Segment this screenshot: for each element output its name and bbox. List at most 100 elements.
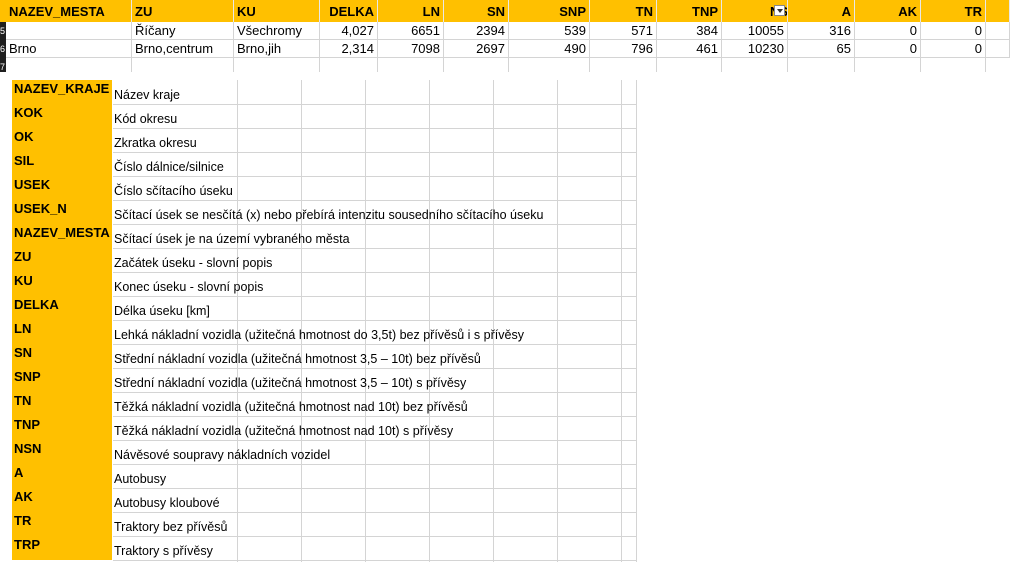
legend-code[interactable]: OK: [12, 128, 112, 152]
table-cell[interactable]: [986, 22, 1010, 40]
table-cell[interactable]: 2,314: [320, 40, 378, 58]
table-cell[interactable]: [855, 58, 921, 72]
column-header-zu[interactable]: ZU: [132, 0, 234, 22]
table-cell[interactable]: Brno,centrum: [132, 40, 234, 58]
column-header-tnp[interactable]: TNP: [657, 0, 722, 22]
legend-code[interactable]: USEK_N: [12, 200, 112, 224]
table-cell[interactable]: [657, 58, 722, 72]
table-cell[interactable]: 7098: [378, 40, 444, 58]
table-cell[interactable]: 10055: [722, 22, 788, 40]
legend-description[interactable]: Těžká nákladní vozidla (užitečná hmotnos…: [113, 392, 468, 416]
legend-code[interactable]: NAZEV_MESTA: [12, 224, 112, 248]
column-header-delka[interactable]: DELKA: [320, 0, 378, 22]
legend-code[interactable]: SN: [12, 344, 112, 368]
table-cell[interactable]: 490: [509, 40, 590, 58]
column-header-nazev-mesta[interactable]: NAZEV_MESTA: [6, 0, 132, 22]
legend-code[interactable]: TNP: [12, 416, 112, 440]
table-cell[interactable]: [509, 58, 590, 72]
legend-description[interactable]: Číslo sčítacího úseku: [113, 176, 233, 200]
row-number[interactable]: 6: [0, 40, 6, 58]
legend-code[interactable]: TN: [12, 392, 112, 416]
table-cell[interactable]: 0: [921, 40, 986, 58]
legend-description[interactable]: Traktory bez přívěsů: [113, 512, 227, 536]
table-cell[interactable]: 65: [788, 40, 855, 58]
table-cell[interactable]: 0: [855, 40, 921, 58]
legend-description[interactable]: Těžká nákladní vozidla (užitečná hmotnos…: [113, 416, 453, 440]
table-cell[interactable]: [590, 58, 657, 72]
legend-code[interactable]: SIL: [12, 152, 112, 176]
column-header-a[interactable]: A: [788, 0, 855, 22]
data-row: Brno Brno,centrum Brno,jih 2,314 7098 2697 490…: [0, 40, 1010, 58]
legend-description[interactable]: Sčítací úsek je na území vybraného města: [113, 224, 350, 248]
table-cell[interactable]: [788, 58, 855, 72]
legend-description[interactable]: Konec úseku - slovní popis: [113, 272, 263, 296]
legend-code[interactable]: NSN: [12, 440, 112, 464]
row-number[interactable]: 7: [0, 58, 6, 72]
table-cell[interactable]: 796: [590, 40, 657, 58]
table-cell[interactable]: [234, 58, 320, 72]
table-cell[interactable]: 539: [509, 22, 590, 40]
legend-code[interactable]: AK: [12, 488, 112, 512]
table-cell[interactable]: [921, 58, 986, 72]
column-header-empty[interactable]: [986, 0, 1010, 22]
legend-description[interactable]: Střední nákladní vozidla (užitečná hmotn…: [113, 344, 481, 368]
table-cell[interactable]: Brno: [6, 40, 132, 58]
column-header-snp[interactable]: SNP: [509, 0, 590, 22]
table-cell[interactable]: 461: [657, 40, 722, 58]
table-cell[interactable]: [986, 40, 1010, 58]
table-cell[interactable]: [444, 58, 509, 72]
table-cell[interactable]: [378, 58, 444, 72]
legend-description[interactable]: Traktory s přívěsy: [113, 536, 213, 560]
table-cell[interactable]: 6651: [378, 22, 444, 40]
legend-description[interactable]: Návěsové soupravy nákladních vozidel: [113, 440, 330, 464]
column-header-nsn[interactable]: NSN: [722, 0, 788, 22]
table-cell[interactable]: 0: [855, 22, 921, 40]
table-cell[interactable]: 0: [921, 22, 986, 40]
legend-description[interactable]: Zkratka okresu: [113, 128, 197, 152]
legend-code[interactable]: A: [12, 464, 112, 488]
legend-description[interactable]: Kód okresu: [113, 104, 177, 128]
legend-description[interactable]: Lehká nákladní vozidla (užitečná hmotnos…: [113, 320, 524, 344]
table-cell[interactable]: [722, 58, 788, 72]
table-cell[interactable]: [6, 22, 132, 40]
filter-dropdown-icon[interactable]: [774, 5, 785, 16]
legend-description[interactable]: Číslo dálnice/silnice: [113, 152, 224, 176]
table-cell[interactable]: Všechromy: [234, 22, 320, 40]
legend-code[interactable]: SNP: [12, 368, 112, 392]
table-cell[interactable]: [320, 58, 378, 72]
table-cell[interactable]: 316: [788, 22, 855, 40]
column-header-sn[interactable]: SN: [444, 0, 509, 22]
column-header-ak[interactable]: AK: [855, 0, 921, 22]
legend-code[interactable]: NAZEV_KRAJE: [12, 80, 112, 104]
legend-description[interactable]: Název kraje: [113, 80, 180, 104]
table-cell[interactable]: Brno,jih: [234, 40, 320, 58]
legend-description[interactable]: Autobusy kloubové: [113, 488, 220, 512]
legend-description[interactable]: Délka úseku [km]: [113, 296, 210, 320]
legend-description[interactable]: Autobusy: [113, 464, 166, 488]
column-header-ku[interactable]: KU: [234, 0, 320, 22]
column-header-tr[interactable]: TR: [921, 0, 986, 22]
legend-code[interactable]: TR: [12, 512, 112, 536]
legend-code[interactable]: TRP: [12, 536, 112, 560]
legend-description[interactable]: Začátek úseku - slovní popis: [113, 248, 272, 272]
table-cell[interactable]: 4,027: [320, 22, 378, 40]
table-cell[interactable]: 2697: [444, 40, 509, 58]
legend-code[interactable]: USEK: [12, 176, 112, 200]
legend-code[interactable]: ZU: [12, 248, 112, 272]
legend-description[interactable]: Střední nákladní vozidla (užitečná hmotn…: [113, 368, 466, 392]
row-number[interactable]: 5: [0, 22, 6, 40]
table-cell[interactable]: 384: [657, 22, 722, 40]
legend-code[interactable]: LN: [12, 320, 112, 344]
legend-code[interactable]: KOK: [12, 104, 112, 128]
legend-code[interactable]: KU: [12, 272, 112, 296]
legend-description[interactable]: Sčítací úsek se nesčítá (x) nebo přebírá…: [113, 200, 543, 224]
table-cell[interactable]: Říčany: [132, 22, 234, 40]
table-cell[interactable]: 2394: [444, 22, 509, 40]
legend-code[interactable]: DELKA: [12, 296, 112, 320]
table-cell[interactable]: [132, 58, 234, 72]
table-cell[interactable]: 571: [590, 22, 657, 40]
column-header-tn[interactable]: TN: [590, 0, 657, 22]
column-header-ln[interactable]: LN: [378, 0, 444, 22]
table-cell[interactable]: [6, 58, 132, 72]
table-cell[interactable]: 10230: [722, 40, 788, 58]
